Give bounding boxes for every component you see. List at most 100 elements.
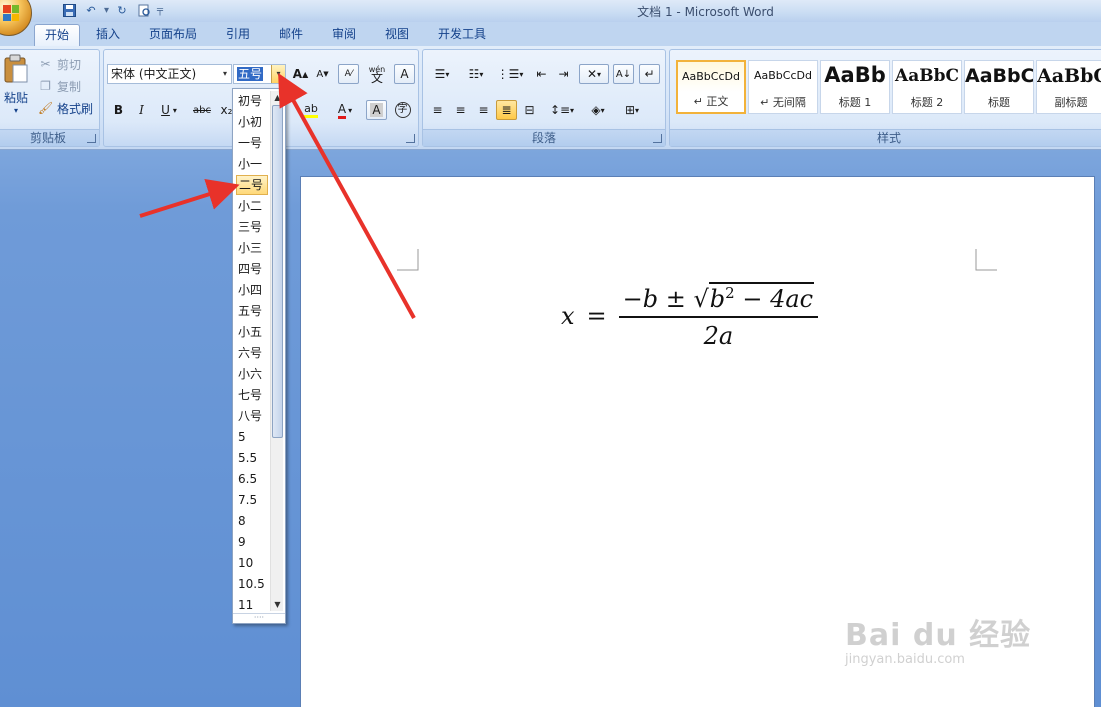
font-size-item[interactable]: 小四 <box>236 280 268 300</box>
clipboard-launcher-icon[interactable] <box>87 134 96 143</box>
style-heading-2[interactable]: AaBbC 标题 2 <box>892 60 962 114</box>
bullets-dropdown-icon[interactable]: ▾ <box>445 70 449 79</box>
chinese-layout-dropdown-icon[interactable]: ▾ <box>597 70 601 79</box>
numbering-dropdown-icon[interactable]: ▾ <box>479 70 483 79</box>
font-size-item[interactable]: 初号 <box>236 91 268 111</box>
highlight-button[interactable]: ab <box>300 100 322 120</box>
font-size-item[interactable]: 小初 <box>236 112 268 132</box>
font-size-item[interactable]: 七号 <box>236 385 268 405</box>
style-title[interactable]: AaBbC 标题 <box>964 60 1034 114</box>
shrink-font-button[interactable]: A ▼ <box>312 64 333 84</box>
font-size-item[interactable]: 11 <box>236 595 268 615</box>
style-normal[interactable]: AaBbCcDd ↵ 正文 <box>676 60 746 114</box>
scroll-up-icon[interactable]: ▲ <box>271 91 284 104</box>
font-size-scrollbar[interactable]: ▲ ▼ <box>270 91 283 611</box>
font-size-dropdown-list[interactable]: 初号 小初 一号 小一 二号 小二 三号 小三 四号 小四 五号 小五 六号 小六 七号 八号 5 5.5 6.5 7… <box>232 88 286 624</box>
phonetic-guide-button[interactable]: wén 文 <box>364 64 390 84</box>
bullets-button[interactable]: ☰ ▾ <box>427 64 457 84</box>
italic-button[interactable]: I <box>131 100 152 120</box>
cut-button[interactable]: ✂ 剪切 <box>37 54 81 74</box>
clear-format-button[interactable]: A⁄ <box>338 64 359 84</box>
bold-button[interactable]: B <box>108 100 129 120</box>
font-size-item[interactable]: 小一 <box>236 154 268 174</box>
font-size-item[interactable]: 9 <box>236 532 268 552</box>
font-size-item[interactable]: 6.5 <box>236 469 268 489</box>
tab-references[interactable]: 引用 <box>216 24 260 46</box>
scroll-thumb[interactable] <box>272 105 283 438</box>
font-name-combo[interactable]: 宋体 (中文正文) ▾ <box>107 64 232 84</box>
font-size-item[interactable]: 八号 <box>236 406 268 426</box>
shrink-font-icon: A <box>316 68 324 80</box>
chinese-layout-button[interactable]: ✕ ▾ <box>579 64 609 84</box>
styles-group: AaBbCcDd ↵ 正文 AaBbCcDd ↵ 无间隔 AaBb 标题 1 A… <box>669 49 1101 147</box>
font-color-dropdown-icon[interactable]: ▾ <box>348 106 352 115</box>
numbering-button[interactable]: ☷ ▾ <box>461 64 491 84</box>
multilevel-list-button[interactable]: ⋮☰ ▾ <box>495 64 525 84</box>
line-spacing-dropdown-icon[interactable]: ▾ <box>570 106 574 115</box>
font-size-item[interactable]: 7.5 <box>236 490 268 510</box>
font-size-item[interactable]: 小三 <box>236 238 268 258</box>
align-center-button[interactable]: ≡ <box>450 100 471 120</box>
scroll-down-icon[interactable]: ▼ <box>271 598 284 611</box>
font-size-item[interactable]: 5 <box>236 427 268 447</box>
tab-insert[interactable]: 插入 <box>86 24 130 46</box>
font-size-item[interactable]: 10 <box>236 553 268 573</box>
decrease-indent-button[interactable]: ⇤ <box>531 64 552 84</box>
tab-home[interactable]: 开始 <box>34 24 81 46</box>
paste-dropdown-icon[interactable]: ▾ <box>1 106 31 115</box>
copy-button[interactable]: ❐ 复制 <box>37 76 81 96</box>
font-launcher-icon[interactable] <box>406 134 415 143</box>
multilevel-dropdown-icon[interactable]: ▾ <box>519 70 523 79</box>
font-size-combo[interactable]: 五号 ▾ <box>233 64 286 84</box>
font-size-item[interactable]: 小六 <box>236 364 268 384</box>
char-border-button[interactable]: A <box>394 64 415 84</box>
tab-review[interactable]: 审阅 <box>322 24 366 46</box>
shading-button[interactable]: ◈ ▾ <box>583 100 613 120</box>
font-size-item[interactable]: 小二 <box>236 196 268 216</box>
font-size-item[interactable]: 五号 <box>236 301 268 321</box>
sort-button[interactable]: A↓ <box>613 64 634 84</box>
underline-dropdown-icon[interactable]: ▾ <box>173 106 177 115</box>
increase-indent-button[interactable]: ⇥ <box>553 64 574 84</box>
font-size-item[interactable]: 8 <box>236 511 268 531</box>
font-size-item[interactable]: 一号 <box>236 133 268 153</box>
align-right-button[interactable]: ≡ <box>473 100 494 120</box>
borders-button[interactable]: ⊞ ▾ <box>617 100 647 120</box>
style-no-spacing[interactable]: AaBbCcDd ↵ 无间隔 <box>748 60 818 114</box>
line-spacing-button[interactable]: ↕≡ ▾ <box>547 100 577 120</box>
tab-developer[interactable]: 开发工具 <box>428 24 496 46</box>
font-size-dropdown-icon[interactable]: ▾ <box>271 65 285 83</box>
paragraph-launcher-icon[interactable] <box>653 134 662 143</box>
show-marks-button[interactable]: ↵ <box>639 64 660 84</box>
paste-button[interactable]: 粘贴 ▾ <box>1 54 31 124</box>
style-subtitle-sample: AaBbC <box>1037 65 1101 87</box>
font-size-item[interactable]: 二号 <box>236 175 268 195</box>
enclose-chars-icon: 字 <box>394 102 411 118</box>
justify-button[interactable]: ≣ <box>496 100 517 120</box>
tab-page-layout[interactable]: 页面布局 <box>139 24 207 46</box>
align-left-button[interactable]: ≡ <box>427 100 448 120</box>
style-subtitle[interactable]: AaBbC 副标题 <box>1036 60 1101 114</box>
font-size-item[interactable]: 六号 <box>236 343 268 363</box>
font-name-dropdown-icon[interactable]: ▾ <box>219 65 231 83</box>
font-size-item[interactable]: 四号 <box>236 259 268 279</box>
distributed-button[interactable]: ⊟ <box>519 100 540 120</box>
font-size-item[interactable]: 10.5 <box>236 574 268 594</box>
strikethrough-button[interactable]: abc <box>190 100 214 120</box>
font-size-item[interactable]: 5.5 <box>236 448 268 468</box>
tab-mailings[interactable]: 邮件 <box>269 24 313 46</box>
underline-button[interactable]: U ▾ <box>154 100 184 120</box>
font-size-item[interactable]: 小五 <box>236 322 268 342</box>
font-size-item[interactable]: 三号 <box>236 217 268 237</box>
format-painter-button[interactable]: 🖌 格式刷 <box>37 98 93 118</box>
enclose-chars-button[interactable]: 字 <box>392 100 413 120</box>
borders-dropdown-icon[interactable]: ▾ <box>635 106 639 115</box>
shading-dropdown-icon[interactable]: ▾ <box>601 106 605 115</box>
style-heading-1[interactable]: AaBb 标题 1 <box>820 60 890 114</box>
resize-grip-icon[interactable]: ···· <box>233 613 285 623</box>
font-color-button[interactable]: A ▾ <box>330 100 360 120</box>
char-shading-button[interactable]: A <box>366 100 387 120</box>
grow-font-button[interactable]: A ▲ <box>290 64 311 84</box>
tab-view[interactable]: 视图 <box>375 24 419 46</box>
quadratic-formula[interactable]: x = −b ± √b2 − 4ac 2a <box>561 282 819 350</box>
